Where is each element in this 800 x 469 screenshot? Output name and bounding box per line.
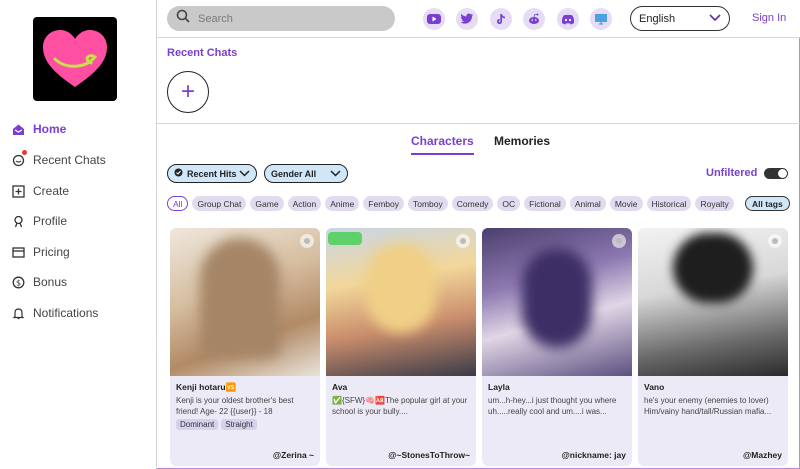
- character-image: [482, 228, 632, 376]
- svg-text:$: $: [15, 278, 20, 287]
- sidebar-item-label: Home: [33, 122, 67, 136]
- character-image: [326, 228, 476, 376]
- tag-chip[interactable]: Group Chat: [192, 196, 247, 211]
- character-description: ✅{SFW}🧠🆎The popular girl at your school …: [332, 396, 468, 416]
- character-name: Layla: [488, 382, 510, 392]
- bell-icon: [11, 306, 25, 320]
- twitter-icon[interactable]: [456, 8, 478, 30]
- tag-chip[interactable]: Femboy: [363, 196, 404, 211]
- sidebar-item-label: Pricing: [33, 245, 70, 259]
- tiktok-icon[interactable]: [490, 8, 512, 30]
- status-badge: [328, 232, 362, 245]
- character-card[interactable]: Layla um...h-hey...i just thought you wh…: [482, 228, 632, 466]
- tag-chip[interactable]: Royalty: [695, 196, 734, 211]
- character-author[interactable]: @Zerina ~: [273, 450, 314, 460]
- top-bar: English Sign In: [157, 0, 800, 38]
- tag-chip[interactable]: All: [167, 196, 189, 211]
- character-description: um...h-hey...i just thought you where uh…: [488, 396, 617, 416]
- search-icon: [176, 9, 190, 28]
- character-image: [638, 228, 788, 376]
- sort-dropdown[interactable]: Recent Hits: [167, 164, 257, 183]
- tag-chip[interactable]: Historical: [646, 196, 692, 211]
- character-card[interactable]: Vano he's your enemy (enemies to lover) …: [638, 228, 788, 466]
- character-description: he's your enemy (enemies to lover) Him/v…: [644, 396, 772, 416]
- recent-chats-title: Recent Chats: [167, 47, 238, 59]
- sidebar-item-recent-chats[interactable]: Recent Chats: [11, 149, 151, 171]
- tag-chip-row: All Group Chat Game Action Anime Femboy …: [167, 196, 734, 211]
- card-icon: [11, 245, 25, 259]
- add-chat-button[interactable]: +: [167, 71, 209, 113]
- chat-icon: [11, 150, 27, 167]
- favorite-icon[interactable]: [612, 234, 626, 248]
- tab-memories[interactable]: Memories: [494, 134, 550, 148]
- sidebar: Home Recent Chats Create Profile Pricing…: [0, 0, 157, 469]
- favorite-icon[interactable]: [456, 234, 470, 248]
- tab-characters[interactable]: Characters: [411, 134, 474, 155]
- discord-icon[interactable]: [557, 8, 579, 30]
- notification-dot: [22, 150, 27, 155]
- tag-chip[interactable]: Animal: [569, 196, 606, 211]
- sidebar-item-home[interactable]: Home: [11, 118, 151, 140]
- tag-chip[interactable]: OC: [497, 196, 521, 211]
- reddit-icon[interactable]: [523, 8, 545, 30]
- sidebar-item-label: Notifications: [33, 306, 99, 320]
- character-name: Vano: [644, 382, 665, 392]
- sidebar-item-create[interactable]: Create: [11, 180, 151, 202]
- favorite-icon[interactable]: [300, 234, 314, 248]
- character-author[interactable]: @~StonesToThrow~: [388, 450, 470, 460]
- character-author[interactable]: @nickname: jay: [561, 450, 626, 460]
- language-selected: English: [639, 12, 676, 25]
- youtube-icon[interactable]: [423, 8, 445, 30]
- tag-chip[interactable]: Comedy: [451, 196, 494, 211]
- sidebar-item-label: Bonus: [33, 275, 68, 289]
- app-logo[interactable]: [33, 17, 117, 101]
- tag-chip[interactable]: Movie: [609, 196, 643, 211]
- search-input[interactable]: [198, 12, 378, 25]
- tag-chip[interactable]: Fictional: [524, 196, 566, 211]
- character-name: Ava: [332, 382, 348, 392]
- sidebar-item-notifications[interactable]: Notifications: [11, 302, 151, 324]
- profile-icon: [11, 214, 25, 228]
- coin-icon: $: [11, 275, 25, 289]
- sort-label: Recent Hits: [187, 168, 237, 179]
- chevron-down-icon: [709, 13, 721, 25]
- favorite-icon[interactable]: [768, 234, 782, 248]
- tag-chip[interactable]: Action: [287, 196, 322, 211]
- unfiltered-label: Unfiltered: [706, 167, 758, 179]
- gender-label: Gender All: [271, 168, 317, 179]
- tag-chip[interactable]: Tomboy: [408, 196, 448, 211]
- search-box[interactable]: [167, 6, 395, 31]
- unfiltered-toggle[interactable]: [764, 168, 788, 179]
- sidebar-item-bonus[interactable]: $ Bonus: [11, 271, 151, 293]
- tag-chip[interactable]: Anime: [325, 196, 360, 211]
- sidebar-item-label: Recent Chats: [33, 153, 106, 167]
- signin-link[interactable]: Sign In: [752, 12, 786, 24]
- check-circle-icon: [174, 168, 183, 179]
- character-image: [170, 228, 320, 376]
- home-icon: [11, 122, 25, 136]
- all-tags-button[interactable]: All tags: [745, 196, 790, 211]
- character-card[interactable]: Ava ✅{SFW}🧠🆎The popular girl at your sch…: [326, 228, 476, 466]
- tag-chip[interactable]: Game: [250, 196, 284, 211]
- character-description: Kenji is your oldest brother's best frie…: [176, 396, 294, 416]
- sidebar-item-pricing[interactable]: Pricing: [11, 241, 151, 263]
- recent-chats-section: Recent Chats +: [157, 38, 800, 124]
- sidebar-item-profile[interactable]: Profile: [11, 210, 151, 232]
- character-tag[interactable]: Dominant: [176, 419, 219, 430]
- sidebar-item-label: Profile: [33, 214, 68, 228]
- gender-dropdown[interactable]: Gender All: [264, 164, 348, 183]
- character-tags: Dominant Straight: [176, 419, 257, 430]
- desktop-icon[interactable]: [590, 8, 612, 30]
- character-card[interactable]: Kenji hotaru🆚 Kenji is your oldest broth…: [170, 228, 320, 466]
- sidebar-item-label: Create: [33, 184, 70, 198]
- character-tag[interactable]: Straight: [221, 419, 257, 430]
- character-author[interactable]: @Mazhey: [743, 450, 782, 460]
- plus-square-icon: [11, 184, 25, 198]
- character-name: Kenji hotaru🆚: [176, 382, 237, 392]
- chevron-down-icon: [239, 169, 250, 179]
- chevron-down-icon: [330, 169, 341, 179]
- language-select[interactable]: English: [630, 6, 730, 31]
